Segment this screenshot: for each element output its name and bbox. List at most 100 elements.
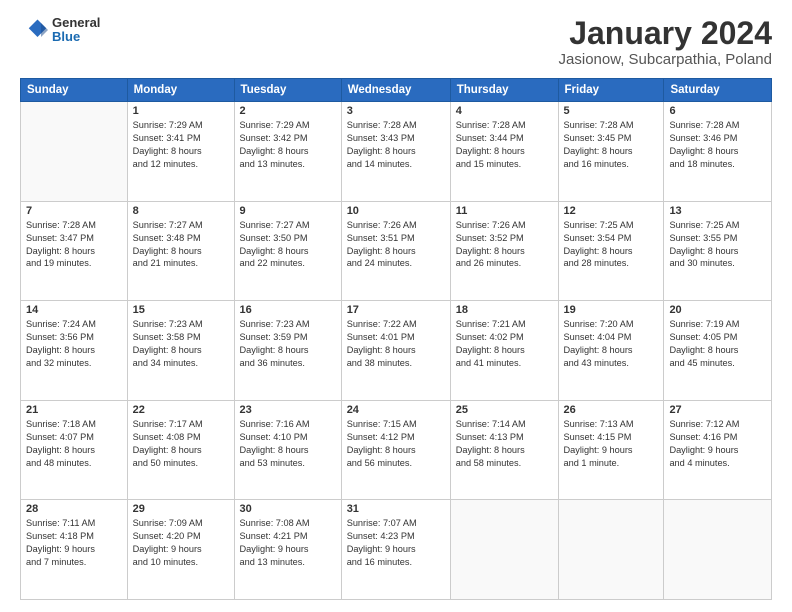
day-cell: 20 Sunrise: 7:19 AMSunset: 4:05 PMDayligh… <box>664 301 772 401</box>
page: General Blue January 2024 Jasionow, Subc… <box>0 0 792 612</box>
day-number: 27 <box>669 404 766 416</box>
day-info: Sunrise: 7:29 AMSunset: 3:41 PMDaylight:… <box>133 119 229 171</box>
week-row-0: 1 Sunrise: 7:29 AMSunset: 3:41 PMDaylight… <box>21 102 772 202</box>
day-number: 18 <box>456 304 553 316</box>
day-cell: 10 Sunrise: 7:26 AMSunset: 3:51 PMDayligh… <box>341 201 450 301</box>
day-cell <box>558 500 664 600</box>
day-cell: 25 Sunrise: 7:14 AMSunset: 4:13 PMDayligh… <box>450 400 558 500</box>
day-number: 3 <box>347 105 445 117</box>
day-info: Sunrise: 7:21 AMSunset: 4:02 PMDaylight:… <box>456 318 553 370</box>
calendar-title: January 2024 <box>559 16 772 51</box>
day-number: 2 <box>240 105 336 117</box>
day-cell: 18 Sunrise: 7:21 AMSunset: 4:02 PMDayligh… <box>450 301 558 401</box>
day-number: 1 <box>133 105 229 117</box>
logo-blue-text: Blue <box>52 30 100 44</box>
week-row-3: 21 Sunrise: 7:18 AMSunset: 4:07 PMDayligh… <box>21 400 772 500</box>
col-sunday: Sunday <box>21 79 128 102</box>
day-info: Sunrise: 7:26 AMSunset: 3:52 PMDaylight:… <box>456 219 553 271</box>
logo-general-text: General <box>52 16 100 30</box>
day-number: 12 <box>564 205 659 217</box>
day-cell: 24Sunrise: 7:15 AMSunset: 4:12 PMDayligh… <box>341 400 450 500</box>
logo-icon <box>20 16 48 44</box>
day-info: Sunrise: 7:18 AMSunset: 4:07 PMDaylight:… <box>26 418 122 470</box>
day-info: Sunrise: 7:25 AMSunset: 3:55 PMDaylight:… <box>669 219 766 271</box>
day-cell: 23 Sunrise: 7:16 AMSunset: 4:10 PMDayligh… <box>234 400 341 500</box>
day-info: Sunrise: 7:28 AMSunset: 3:43 PMDaylight:… <box>347 119 445 171</box>
day-info: Sunrise: 7:07 AMSunset: 4:23 PMDaylight:… <box>347 517 445 569</box>
day-cell: 6 Sunrise: 7:28 AMSunset: 3:46 PMDaylight… <box>664 102 772 202</box>
day-cell: 12 Sunrise: 7:25 AMSunset: 3:54 PMDayligh… <box>558 201 664 301</box>
day-number: 23 <box>240 404 336 416</box>
calendar-location: Jasionow, Subcarpathia, Poland <box>559 51 772 68</box>
day-number: 5 <box>564 105 659 117</box>
day-info: Sunrise: 7:16 AMSunset: 4:10 PMDaylight:… <box>240 418 336 470</box>
day-info: Sunrise: 7:24 AMSunset: 3:56 PMDaylight:… <box>26 318 122 370</box>
day-cell: 29Sunrise: 7:09 AMSunset: 4:20 PMDayligh… <box>127 500 234 600</box>
week-row-4: 28 Sunrise: 7:11 AMSunset: 4:18 PMDayligh… <box>21 500 772 600</box>
day-info: Sunrise: 7:08 AMSunset: 4:21 PMDaylight:… <box>240 517 336 569</box>
day-cell: 9 Sunrise: 7:27 AMSunset: 3:50 PMDaylight… <box>234 201 341 301</box>
day-info: Sunrise: 7:26 AMSunset: 3:51 PMDaylight:… <box>347 219 445 271</box>
day-number: 28 <box>26 503 122 515</box>
day-number: 6 <box>669 105 766 117</box>
day-cell: 22 Sunrise: 7:17 AMSunset: 4:08 PMDayligh… <box>127 400 234 500</box>
day-info: Sunrise: 7:13 AMSunset: 4:15 PMDaylight:… <box>564 418 659 470</box>
day-info: Sunrise: 7:12 AMSunset: 4:16 PMDaylight:… <box>669 418 766 470</box>
day-info: Sunrise: 7:17 AMSunset: 4:08 PMDaylight:… <box>133 418 229 470</box>
day-cell: 7Sunrise: 7:28 AMSunset: 3:47 PMDaylight… <box>21 201 128 301</box>
day-info: Sunrise: 7:23 AMSunset: 3:58 PMDaylight:… <box>133 318 229 370</box>
day-number: 24 <box>347 404 445 416</box>
day-info: Sunrise: 7:22 AMSunset: 4:01 PMDaylight:… <box>347 318 445 370</box>
day-cell <box>21 102 128 202</box>
day-number: 30 <box>240 503 336 515</box>
title-block: January 2024 Jasionow, Subcarpathia, Pol… <box>559 16 772 68</box>
calendar-table: Sunday Monday Tuesday Wednesday Thursday… <box>20 78 772 600</box>
day-cell: 5 Sunrise: 7:28 AMSunset: 3:45 PMDaylight… <box>558 102 664 202</box>
day-info: Sunrise: 7:27 AMSunset: 3:50 PMDaylight:… <box>240 219 336 271</box>
day-number: 11 <box>456 205 553 217</box>
day-number: 9 <box>240 205 336 217</box>
day-cell: 30 Sunrise: 7:08 AMSunset: 4:21 PMDayligh… <box>234 500 341 600</box>
day-info: Sunrise: 7:14 AMSunset: 4:13 PMDaylight:… <box>456 418 553 470</box>
day-number: 29 <box>133 503 229 515</box>
day-cell: 14Sunrise: 7:24 AMSunset: 3:56 PMDayligh… <box>21 301 128 401</box>
day-info: Sunrise: 7:27 AMSunset: 3:48 PMDaylight:… <box>133 219 229 271</box>
day-number: 26 <box>564 404 659 416</box>
week-row-2: 14Sunrise: 7:24 AMSunset: 3:56 PMDayligh… <box>21 301 772 401</box>
day-number: 20 <box>669 304 766 316</box>
day-number: 21 <box>26 404 122 416</box>
day-info: Sunrise: 7:28 AMSunset: 3:45 PMDaylight:… <box>564 119 659 171</box>
week-row-1: 7Sunrise: 7:28 AMSunset: 3:47 PMDaylight… <box>21 201 772 301</box>
day-cell: 26 Sunrise: 7:13 AMSunset: 4:15 PMDayligh… <box>558 400 664 500</box>
day-number: 16 <box>240 304 336 316</box>
day-info: Sunrise: 7:23 AMSunset: 3:59 PMDaylight:… <box>240 318 336 370</box>
day-cell: 11 Sunrise: 7:26 AMSunset: 3:52 PMDayligh… <box>450 201 558 301</box>
day-cell: 8Sunrise: 7:27 AMSunset: 3:48 PMDaylight… <box>127 201 234 301</box>
day-cell <box>664 500 772 600</box>
col-tuesday: Tuesday <box>234 79 341 102</box>
day-number: 22 <box>133 404 229 416</box>
day-info: Sunrise: 7:28 AMSunset: 3:47 PMDaylight:… <box>26 219 122 271</box>
day-number: 10 <box>347 205 445 217</box>
day-info: Sunrise: 7:29 AMSunset: 3:42 PMDaylight:… <box>240 119 336 171</box>
day-number: 25 <box>456 404 553 416</box>
col-wednesday: Wednesday <box>341 79 450 102</box>
calendar-body: 1 Sunrise: 7:29 AMSunset: 3:41 PMDaylight… <box>21 102 772 600</box>
day-number: 4 <box>456 105 553 117</box>
day-cell: 31Sunrise: 7:07 AMSunset: 4:23 PMDayligh… <box>341 500 450 600</box>
day-cell: 3 Sunrise: 7:28 AMSunset: 3:43 PMDaylight… <box>341 102 450 202</box>
day-info: Sunrise: 7:11 AMSunset: 4:18 PMDaylight:… <box>26 517 122 569</box>
col-saturday: Saturday <box>664 79 772 102</box>
day-info: Sunrise: 7:28 AMSunset: 3:44 PMDaylight:… <box>456 119 553 171</box>
day-info: Sunrise: 7:19 AMSunset: 4:05 PMDaylight:… <box>669 318 766 370</box>
day-cell: 27 Sunrise: 7:12 AMSunset: 4:16 PMDayligh… <box>664 400 772 500</box>
day-number: 13 <box>669 205 766 217</box>
day-cell: 16 Sunrise: 7:23 AMSunset: 3:59 PMDayligh… <box>234 301 341 401</box>
day-number: 15 <box>133 304 229 316</box>
day-info: Sunrise: 7:28 AMSunset: 3:46 PMDaylight:… <box>669 119 766 171</box>
day-cell: 19Sunrise: 7:20 AMSunset: 4:04 PMDayligh… <box>558 301 664 401</box>
header-row: Sunday Monday Tuesday Wednesday Thursday… <box>21 79 772 102</box>
day-cell <box>450 500 558 600</box>
logo-text: General Blue <box>52 16 100 45</box>
day-info: Sunrise: 7:25 AMSunset: 3:54 PMDaylight:… <box>564 219 659 271</box>
